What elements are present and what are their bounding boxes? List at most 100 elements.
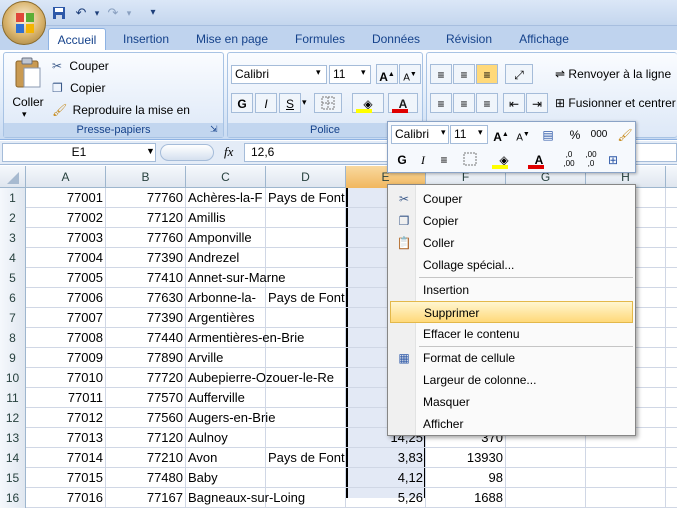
align-right-icon[interactable]: ≡ (476, 93, 498, 113)
fill-color-button[interactable]: ◈ (352, 93, 384, 113)
cell-g[interactable] (506, 448, 586, 468)
customize-qat-icon[interactable]: ▾ (144, 4, 162, 22)
cell-a[interactable]: 77013 (26, 428, 106, 448)
cell-c[interactable]: Aufferville (186, 388, 266, 408)
cell-a[interactable]: 77016 (26, 488, 106, 508)
mini-decrease-decimal-icon[interactable]: ,00,0 (580, 149, 602, 169)
cell-b[interactable]: 77630 (106, 288, 186, 308)
row-header[interactable]: 5 (0, 268, 26, 288)
cell-f[interactable]: 98 (426, 468, 506, 488)
column-header-a[interactable]: A (26, 166, 106, 188)
merge-center-button[interactable]: ⊞ Fusionner et centrer (555, 93, 676, 113)
cell-d[interactable] (266, 228, 346, 248)
row-header[interactable]: 13 (0, 428, 26, 448)
mini-borders-icon[interactable] (456, 149, 484, 169)
tab-donnees[interactable]: Données (364, 28, 428, 50)
cell-a[interactable]: 77008 (26, 328, 106, 348)
cell-c[interactable]: Aubepierre-Ozouer-le-Re (186, 368, 334, 388)
cell-c[interactable]: Aulnoy (186, 428, 266, 448)
select-all-corner[interactable] (0, 166, 26, 188)
cell-b[interactable]: 77167 (106, 488, 186, 508)
mini-merge-icon[interactable]: ⊞ (602, 149, 624, 169)
cell-b[interactable]: 77410 (106, 268, 186, 288)
menu-item-clear-contents[interactable]: Effacer le contenu (390, 323, 633, 345)
align-top-icon[interactable]: ≡ (430, 64, 452, 84)
save-icon[interactable] (50, 4, 68, 22)
row-header[interactable]: 10 (0, 368, 26, 388)
row-header[interactable]: 15 (0, 468, 26, 488)
row-header[interactable]: 14 (0, 448, 26, 468)
cell-b[interactable]: 77890 (106, 348, 186, 368)
cell-c[interactable]: Amponville (186, 228, 266, 248)
cell-b[interactable]: 77760 (106, 188, 186, 208)
row-header[interactable]: 2 (0, 208, 26, 228)
cell-f[interactable]: 13930 (426, 448, 506, 468)
tab-accueil[interactable]: Accueil (48, 28, 106, 50)
italic-button[interactable]: I (255, 93, 277, 113)
cell-c[interactable]: Bagneaux-sur-Loing (186, 488, 305, 508)
align-middle-icon[interactable]: ≡ (453, 64, 475, 84)
tab-revision[interactable]: Révision (436, 28, 502, 50)
cell-d[interactable] (266, 308, 346, 328)
column-header-b[interactable]: B (106, 166, 186, 188)
cell-d[interactable]: Pays de Font (266, 288, 346, 308)
menu-item-format-cells[interactable]: ▦ Format de cellule (390, 347, 633, 369)
cell-c[interactable]: Argentières (186, 308, 266, 328)
menu-item-copy[interactable]: ❐ Copier (390, 210, 633, 232)
grow-font-button[interactable]: A▲ (376, 64, 398, 84)
copy-button[interactable]: ❐ Copier (52, 78, 105, 98)
row-header[interactable]: 9 (0, 348, 26, 368)
column-header-c[interactable]: C (186, 166, 266, 188)
formula-resize-handle[interactable] (160, 144, 214, 161)
cell-d[interactable]: Pays de Font (266, 188, 346, 208)
row-header[interactable]: 7 (0, 308, 26, 328)
shrink-font-button[interactable]: A▼ (399, 64, 421, 84)
cell-a[interactable]: 77007 (26, 308, 106, 328)
mini-italic-button[interactable]: I (412, 149, 434, 169)
mini-percent-button[interactable]: % (564, 124, 586, 144)
fx-icon[interactable]: fx (224, 144, 233, 160)
cell-e[interactable]: 4,12 (346, 468, 426, 488)
cell-b[interactable]: 77720 (106, 368, 186, 388)
cell-e[interactable]: 3,83 (346, 448, 426, 468)
cell-b[interactable]: 77480 (106, 468, 186, 488)
borders-button[interactable] (314, 93, 342, 113)
namebox-dropdown-icon[interactable]: ▼ (146, 146, 155, 156)
cell-e[interactable]: 5,26 (346, 488, 426, 508)
cell-d[interactable] (266, 268, 346, 288)
cell-d[interactable] (266, 348, 346, 368)
column-header-d[interactable]: D (266, 166, 346, 188)
increase-indent-icon[interactable]: ⇥ (526, 93, 548, 113)
cut-button[interactable]: ✂ Couper (52, 56, 109, 76)
decrease-indent-icon[interactable]: ⇤ (503, 93, 525, 113)
cell-a[interactable]: 77005 (26, 268, 106, 288)
mini-grow-font-icon[interactable]: A▲ (490, 124, 512, 144)
align-bottom-icon[interactable]: ≡ (476, 64, 498, 84)
menu-item-cut[interactable]: ✂ Couper (390, 188, 633, 210)
font-name-dropdown-icon[interactable]: ▾ (316, 67, 321, 78)
menu-item-paste[interactable]: 📋 Coller (390, 232, 633, 254)
cell-d[interactable] (266, 388, 346, 408)
cell-b[interactable]: 77390 (106, 308, 186, 328)
mini-font-color-icon[interactable]: A (524, 149, 554, 169)
mini-center-icon[interactable]: ≡ (433, 149, 455, 169)
cell-b[interactable]: 77120 (106, 208, 186, 228)
row-header[interactable]: 1 (0, 188, 26, 208)
cell-a[interactable]: 77009 (26, 348, 106, 368)
format-painter-button[interactable]: 🖌 Reproduire la mise en forme (52, 100, 223, 137)
orientation-icon[interactable]: ⤢ (505, 64, 533, 84)
mini-shrink-font-icon[interactable]: A▼ (512, 124, 534, 144)
cell-a[interactable]: 77014 (26, 448, 106, 468)
row-header[interactable]: 12 (0, 408, 26, 428)
cell-c[interactable]: Arville (186, 348, 266, 368)
cell-b[interactable]: 77760 (106, 228, 186, 248)
menu-item-hide[interactable]: Masquer (390, 391, 633, 413)
menu-item-delete[interactable]: Supprimer (390, 301, 633, 323)
row-header[interactable]: 3 (0, 228, 26, 248)
tab-insertion[interactable]: Insertion (112, 28, 180, 50)
align-left-icon[interactable]: ≡ (430, 93, 452, 113)
cell-d[interactable] (266, 468, 346, 488)
align-center-icon[interactable]: ≡ (453, 93, 475, 113)
cell-c[interactable]: Achères-la-F (186, 188, 266, 208)
cell-b[interactable]: 77390 (106, 248, 186, 268)
